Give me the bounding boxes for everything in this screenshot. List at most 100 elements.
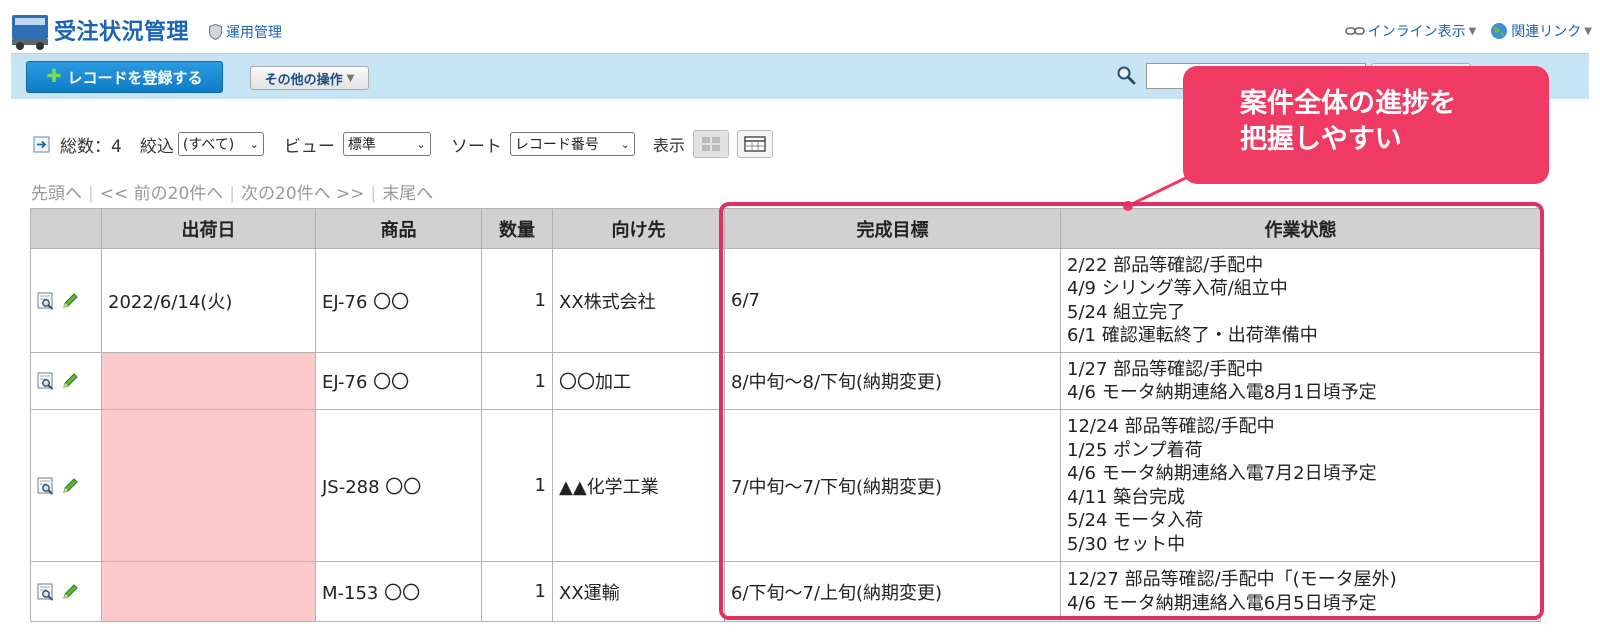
app-header: 受注状況管理 運用管理 インライン表示 ▼ 関連リンク ▼	[0, 0, 1600, 54]
chevron-down-icon: ▼	[1468, 25, 1477, 37]
view-details-icon[interactable]	[37, 292, 55, 310]
product-cell: M-153 〇〇	[315, 561, 482, 622]
product-cell: EJ-76 〇〇	[315, 352, 482, 410]
status-line: 6/1 確認運転終了・出荷準備中	[1067, 325, 1318, 346]
filter-select[interactable]: (すべて) ⌄	[177, 132, 264, 156]
globe-icon	[1491, 23, 1508, 39]
target-cell: 6/7	[724, 248, 1061, 353]
column-header-destination[interactable]: 向け先	[552, 208, 725, 249]
row-actions	[30, 352, 102, 410]
app-title: 受注状況管理	[54, 20, 190, 45]
status-line: 5/24 組立完了	[1067, 301, 1186, 323]
records-table: 出荷日 商品 数量 向け先 完成目標 作業状態 2022/6/14(火) EJ-7…	[30, 208, 1541, 622]
link-chain-icon	[1344, 27, 1365, 35]
row-actions	[30, 409, 102, 562]
view-select[interactable]: 標準 ⌄	[342, 132, 431, 156]
table-row: EJ-76 〇〇 1 〇〇加工 8/中旬～8/下旬(納期変更) 1/27 部品等確認/手…	[30, 352, 1541, 410]
table-view-button[interactable]	[736, 130, 773, 158]
table-row: 2022/6/14(火) EJ-76 〇〇 1 XX株式会社 6/7 2/22 部品等確認…	[30, 248, 1541, 353]
callout-line-1: 案件全体の進捗を	[1240, 88, 1456, 119]
admin-link-label: 運用管理	[226, 25, 282, 41]
pager-separator: |	[370, 184, 377, 204]
chevron-down-icon: ▼	[1584, 25, 1592, 37]
sort-select[interactable]: レコード番号 ⌄	[509, 132, 635, 156]
product-cell: EJ-76 〇〇	[315, 248, 482, 353]
target-cell: 6/下旬～7/上旬(納期変更)	[724, 561, 1061, 622]
ship-date-cell	[101, 561, 316, 622]
pager-first[interactable]: 先頭へ	[31, 184, 82, 204]
column-header-actions	[30, 208, 102, 249]
callout-line-2: 把握しやすい	[1240, 124, 1402, 155]
related-links-menu[interactable]: 関連リンク ▼	[1490, 21, 1592, 41]
header-links: インライン表示 ▼ 関連リンク ▼	[1344, 21, 1592, 41]
destination-cell: 〇〇加工	[552, 352, 725, 410]
status-line: 12/27 部品等確認/手配中「(モータ屋外)	[1067, 569, 1397, 590]
view-details-icon[interactable]	[37, 477, 55, 495]
status-line: 2/22 部品等確認/手配中	[1067, 254, 1264, 276]
status-line: 12/24 部品等確認/手配中	[1067, 416, 1275, 437]
column-header-qty[interactable]: 数量	[481, 208, 553, 249]
qty-cell: 1	[481, 248, 553, 353]
destination-cell: XX運輸	[552, 561, 725, 622]
other-operations-button[interactable]: その他の操作 ▼	[250, 66, 369, 90]
list-controls: 総数：4 絞込 (すべて) ⌄ ビュー 標準 ⌄ ソート レコード番号 ⌄ 表示	[33, 130, 773, 158]
view-details-icon[interactable]	[37, 583, 55, 601]
qty-cell: 1	[481, 561, 553, 622]
status-line: 1/25 ポンプ着荷	[1067, 439, 1203, 461]
column-header-target[interactable]: 完成目標	[724, 208, 1061, 249]
column-header-product[interactable]: 商品	[315, 208, 482, 249]
status-cell: 12/24 部品等確認/手配中 1/25 ポンプ着荷 4/6 モータ納期連絡入電7月…	[1060, 409, 1541, 562]
tile-view-button[interactable]	[692, 130, 729, 158]
table-row: JS-288 〇〇 1 ▲▲化学工業 7/中旬～7/下旬(納期変更) 12/24 部品等…	[30, 409, 1541, 562]
column-header-ship-date[interactable]: 出荷日	[101, 208, 316, 249]
status-line: 4/9 シリング等入荷/組立中	[1067, 278, 1288, 299]
inline-view-label: インライン表示	[1367, 24, 1466, 40]
status-cell: 12/27 部品等確認/手配中「(モータ屋外) 4/6 モータ納期連絡入電6月5日…	[1060, 561, 1541, 622]
sort-select-value: レコード番号	[514, 137, 599, 153]
callout-bubble: 案件全体の進捗を 把握しやすい	[1183, 66, 1549, 184]
edit-pencil-icon[interactable]	[61, 292, 79, 310]
status-line: 4/6 モータ納期連絡入電7月2日頃予定	[1067, 463, 1377, 484]
related-links-label: 関連リンク	[1511, 24, 1582, 40]
target-cell: 7/中旬～7/下旬(納期変更)	[724, 409, 1061, 562]
add-record-button[interactable]: ✚ レコードを登録する	[26, 61, 223, 93]
grid-view-icon	[701, 137, 720, 151]
ship-date-cell	[101, 352, 316, 410]
edit-pencil-icon[interactable]	[61, 477, 79, 495]
view-label: ビュー	[283, 136, 335, 157]
edit-pencil-icon[interactable]	[61, 372, 79, 390]
target-cell: 8/中旬～8/下旬(納期変更)	[724, 352, 1061, 410]
pager-last[interactable]: 末尾へ	[382, 184, 433, 204]
inline-view-menu[interactable]: インライン表示 ▼	[1344, 21, 1477, 41]
ship-date-cell: 2022/6/14(火)	[101, 248, 316, 353]
export-icon[interactable]	[33, 136, 50, 153]
shield-icon	[209, 24, 222, 40]
status-line: 5/24 モータ入荷	[1067, 510, 1204, 531]
pager-next[interactable]: 次の20件へ >>	[241, 184, 365, 204]
column-header-status[interactable]: 作業状態	[1060, 208, 1541, 249]
view-details-icon[interactable]	[37, 372, 55, 390]
pagination: 先頭へ | << 前の20件へ | 次の20件へ >> | 末尾へ	[31, 179, 433, 204]
destination-cell: XX株式会社	[552, 248, 725, 353]
admin-link[interactable]: 運用管理	[209, 22, 282, 42]
display-label: 表示	[652, 136, 685, 155]
row-actions	[30, 561, 102, 622]
qty-cell: 1	[481, 352, 553, 410]
app-truck-icon	[12, 15, 48, 50]
status-cell: 2/22 部品等確認/手配中 4/9 シリング等入荷/組立中 5/24 組立完了 6/…	[1060, 248, 1541, 353]
table-header-row: 出荷日 商品 数量 向け先 完成目標 作業状態	[30, 208, 1541, 249]
filter-label: 絞込	[139, 136, 174, 157]
filter-select-value: (すべて)	[182, 137, 235, 153]
status-line: 5/30 セット中	[1067, 533, 1186, 555]
plus-icon: ✚	[46, 66, 62, 87]
pager-separator: |	[229, 184, 235, 204]
status-cell: 1/27 部品等確認/手配中 4/6 モータ納期連絡入電8月1日頃予定	[1060, 352, 1541, 410]
destination-cell: ▲▲化学工業	[552, 409, 725, 562]
total-count: 総数：4	[60, 136, 122, 157]
other-operations-label: その他の操作	[264, 72, 343, 88]
edit-pencil-icon[interactable]	[61, 583, 79, 601]
search-icon[interactable]	[1116, 65, 1136, 85]
pager-prev[interactable]: << 前の20件へ	[100, 184, 224, 204]
status-line: 4/6 モータ納期連絡入電8月1日頃予定	[1067, 382, 1377, 403]
qty-cell: 1	[481, 409, 553, 562]
